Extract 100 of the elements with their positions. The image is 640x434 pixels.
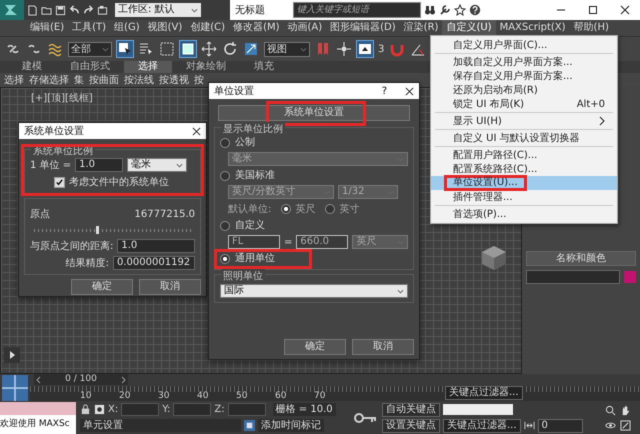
reference-coordinate-dropdown[interactable]: 视图 bbox=[264, 42, 310, 56]
distance-label: 与原点之间的距离: bbox=[30, 240, 114, 253]
shortcut-text: Alt+0 bbox=[576, 98, 605, 110]
snap-toggle[interactable]: 3 bbox=[378, 44, 384, 54]
menu-item[interactable]: 动画(A) bbox=[284, 20, 326, 36]
frame-tick-label: 60 bbox=[275, 391, 288, 401]
radio-label: 通用单位 bbox=[235, 252, 275, 265]
ribbon-button[interactable]: 按法线 bbox=[124, 73, 154, 87]
key-filters-button[interactable]: 关键点过滤器... bbox=[445, 386, 523, 400]
dialog-button[interactable]: 取消 bbox=[352, 339, 414, 355]
frame-counter-bar[interactable]: 0 / 100 bbox=[34, 374, 128, 385]
precision-label: 结果精度: bbox=[66, 256, 109, 270]
menu-item-label: 锁定 UI 布局(K) bbox=[453, 98, 524, 111]
ribbon-tab[interactable]: 选择 bbox=[124, 61, 172, 73]
ribbon-tab[interactable]: 填充 bbox=[240, 61, 288, 73]
y-label: Y: bbox=[162, 404, 170, 415]
system-unit-setup-button[interactable]: 系统单位设置 bbox=[218, 105, 410, 121]
precision-field[interactable]: 0.0000001192 bbox=[113, 256, 195, 270]
lighting-unit-dropdown[interactable]: 国际 bbox=[220, 284, 408, 298]
maxscript-welcome-text: 欢迎使用 MAXSc bbox=[0, 415, 76, 434]
dialog-title: 单位设置 bbox=[214, 84, 254, 98]
menu-item[interactable]: 锁定 UI 布局(K) Alt+0 bbox=[431, 97, 617, 111]
dialog-button[interactable]: 取消 bbox=[139, 279, 201, 295]
frame-tick-label: 10 bbox=[80, 391, 92, 401]
ribbon-tab[interactable]: 对象绘制 bbox=[172, 61, 240, 73]
group-title: 照明单位 bbox=[221, 269, 265, 283]
menu-item[interactable]: 图形编辑器(D) bbox=[326, 20, 400, 36]
set-key-button[interactable]: 设置关键点 bbox=[382, 418, 440, 432]
menu-item[interactable]: 插件管理器... bbox=[431, 190, 617, 204]
menu-item-label: 保存自定义用户界面方案... bbox=[453, 70, 573, 83]
unit-label: 1 单位 = bbox=[30, 158, 72, 172]
distance-field[interactable]: 1.0 bbox=[117, 239, 195, 253]
menu-item[interactable]: 显示 UI(H) bbox=[431, 114, 617, 128]
frame-tick-label: 70 bbox=[314, 391, 326, 401]
menu-item-label: 插件管理器... bbox=[453, 191, 513, 204]
menu-item[interactable]: 首选项(P)... bbox=[431, 207, 617, 221]
ribbon-button[interactable]: 按透视 bbox=[159, 73, 189, 87]
ribbon-button[interactable]: 按 bbox=[194, 73, 204, 87]
ribbon-button[interactable]: 存储选择 bbox=[29, 73, 69, 87]
radio-label: 公制 bbox=[235, 136, 255, 149]
checkbox-label: 考虑文件中的系统单位 bbox=[69, 176, 169, 189]
viewport-label[interactable]: [+][顶][线框] bbox=[31, 91, 93, 105]
unit-type-dropdown[interactable]: 毫米 bbox=[127, 158, 188, 172]
menu-item[interactable]: 创建(C) bbox=[186, 20, 230, 36]
ribbon-button[interactable]: 选择 bbox=[4, 73, 24, 87]
search-field[interactable]: 键入关键字或短语 bbox=[293, 2, 421, 18]
add-time-tag-button[interactable]: 添加时间标记 bbox=[258, 419, 324, 432]
menu-item-label: 首选项(P)... bbox=[453, 208, 506, 221]
default-unit-label: 默认单位: bbox=[228, 202, 272, 216]
menu-item-label: 显示 UI(H) bbox=[453, 115, 502, 128]
radio-label: 美国标准 bbox=[235, 169, 275, 182]
auto-key-button[interactable]: 自动关键点 bbox=[382, 402, 440, 416]
menu-item-label: 自定义用户界面(C)... bbox=[453, 38, 548, 52]
menu-item[interactable]: 还原为启动布局(R) bbox=[431, 83, 617, 97]
menu-item[interactable]: 编辑(E) bbox=[26, 20, 68, 36]
menu-item[interactable]: 单位设置(U)... bbox=[431, 176, 617, 190]
current-frame-field[interactable]: 0 bbox=[538, 418, 583, 432]
origin-label: 原点 bbox=[30, 208, 50, 221]
menu-item[interactable]: 加载自定义用户界面方案... bbox=[431, 55, 617, 69]
menu-item-label: 配置系统路径(C)... bbox=[453, 162, 538, 176]
rollout-header[interactable]: 名称和颜色 bbox=[526, 251, 636, 266]
track-bar[interactable]: 10 20 30 40 50 60 70 关键点过滤器... bbox=[30, 386, 640, 401]
workspace-dropdown[interactable]: 工作区: 默认 bbox=[115, 3, 201, 17]
menu-item[interactable]: 工具(T) bbox=[68, 20, 110, 36]
radio-label: 自定义 bbox=[235, 219, 265, 232]
frame-tick-label: 30 bbox=[158, 391, 170, 401]
ribbon-tab[interactable]: 建模 bbox=[8, 61, 56, 73]
ribbon-button[interactable]: 按曲面 bbox=[89, 73, 119, 87]
menu-item[interactable]: 修改器(M) bbox=[229, 20, 284, 36]
frame-tick-label: 40 bbox=[197, 391, 210, 401]
menu-item[interactable]: 自定义 UI 与默认设置切换器 bbox=[431, 131, 617, 145]
menu-item-label: 加载自定义用户界面方案... bbox=[453, 56, 573, 69]
key-filters-button[interactable]: 关键点过滤器... bbox=[443, 418, 521, 432]
equals-sign: = bbox=[284, 236, 292, 248]
menu-item[interactable]: 视图(V) bbox=[144, 20, 186, 36]
menu-item[interactable]: 自定义用户界面(C)... bbox=[431, 38, 617, 52]
menu-item[interactable]: 保存自定义用户界面方案... bbox=[431, 69, 617, 83]
prompt-line-text: 单元设置 bbox=[80, 419, 241, 432]
dialog-button[interactable]: 确定 bbox=[71, 279, 133, 295]
ribbon-tab[interactable]: 自由形式 bbox=[56, 61, 124, 73]
selection-filter-dropdown[interactable]: 全部 bbox=[68, 42, 112, 56]
ribbon-button[interactable]: 集 bbox=[74, 73, 84, 87]
help-button[interactable]: ? bbox=[382, 86, 387, 96]
menu-item[interactable]: 配置用户路径(C)... bbox=[431, 148, 617, 162]
menu-item[interactable]: 配置系统路径(C)... bbox=[431, 162, 617, 176]
frame-tick-label: 20 bbox=[119, 391, 132, 401]
menu-item[interactable]: 组(G) bbox=[110, 20, 144, 36]
menu-item[interactable]: 帮助(H) bbox=[570, 20, 613, 36]
menu-item[interactable]: 自定义(U) bbox=[442, 20, 496, 36]
dialog-button[interactable]: 确定 bbox=[284, 339, 346, 355]
unit-value-field[interactable]: 1.0 bbox=[75, 158, 124, 172]
menu-item-label: 自定义 UI 与默认设置切换器 bbox=[453, 132, 580, 145]
menu-item[interactable]: 渲染(R) bbox=[400, 20, 442, 36]
frame-counter: 0 / 100 bbox=[65, 374, 97, 385]
origin-value: 16777215.0 bbox=[134, 208, 195, 220]
menu-item-label: 单位设置(U)... bbox=[453, 177, 518, 188]
window-title: 无标题 bbox=[234, 4, 266, 17]
z-label: Z: bbox=[214, 404, 225, 415]
menu-item[interactable]: MAXScript(X) bbox=[496, 20, 570, 36]
menu-item-label: 配置用户路径(C)... bbox=[453, 148, 538, 162]
